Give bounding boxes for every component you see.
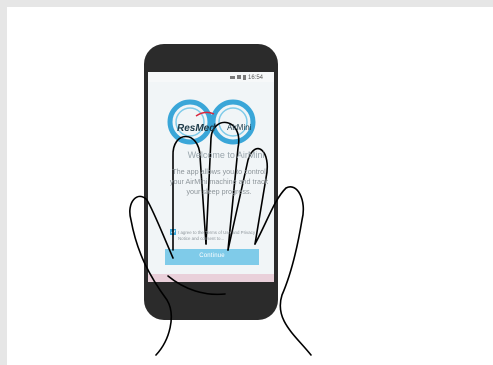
brand-airmini-wordmark: AirMini [227, 123, 252, 132]
screen-bottom-gradient [148, 274, 274, 282]
welcome-title: Welcome to AirMini [187, 150, 265, 160]
continue-button-label[interactable]: Continue [165, 253, 259, 259]
battery-icon [243, 75, 246, 80]
consent-text: I agree to the Terms of Use and Privacy … [178, 230, 256, 241]
wifi-icon [230, 76, 235, 79]
signal-icon [237, 75, 241, 79]
intro-text: The app allows you to control your AirMi… [169, 167, 269, 196]
status-time: 16:54 [248, 75, 264, 81]
brand-resmed-wordmark: ResMed [177, 123, 216, 134]
